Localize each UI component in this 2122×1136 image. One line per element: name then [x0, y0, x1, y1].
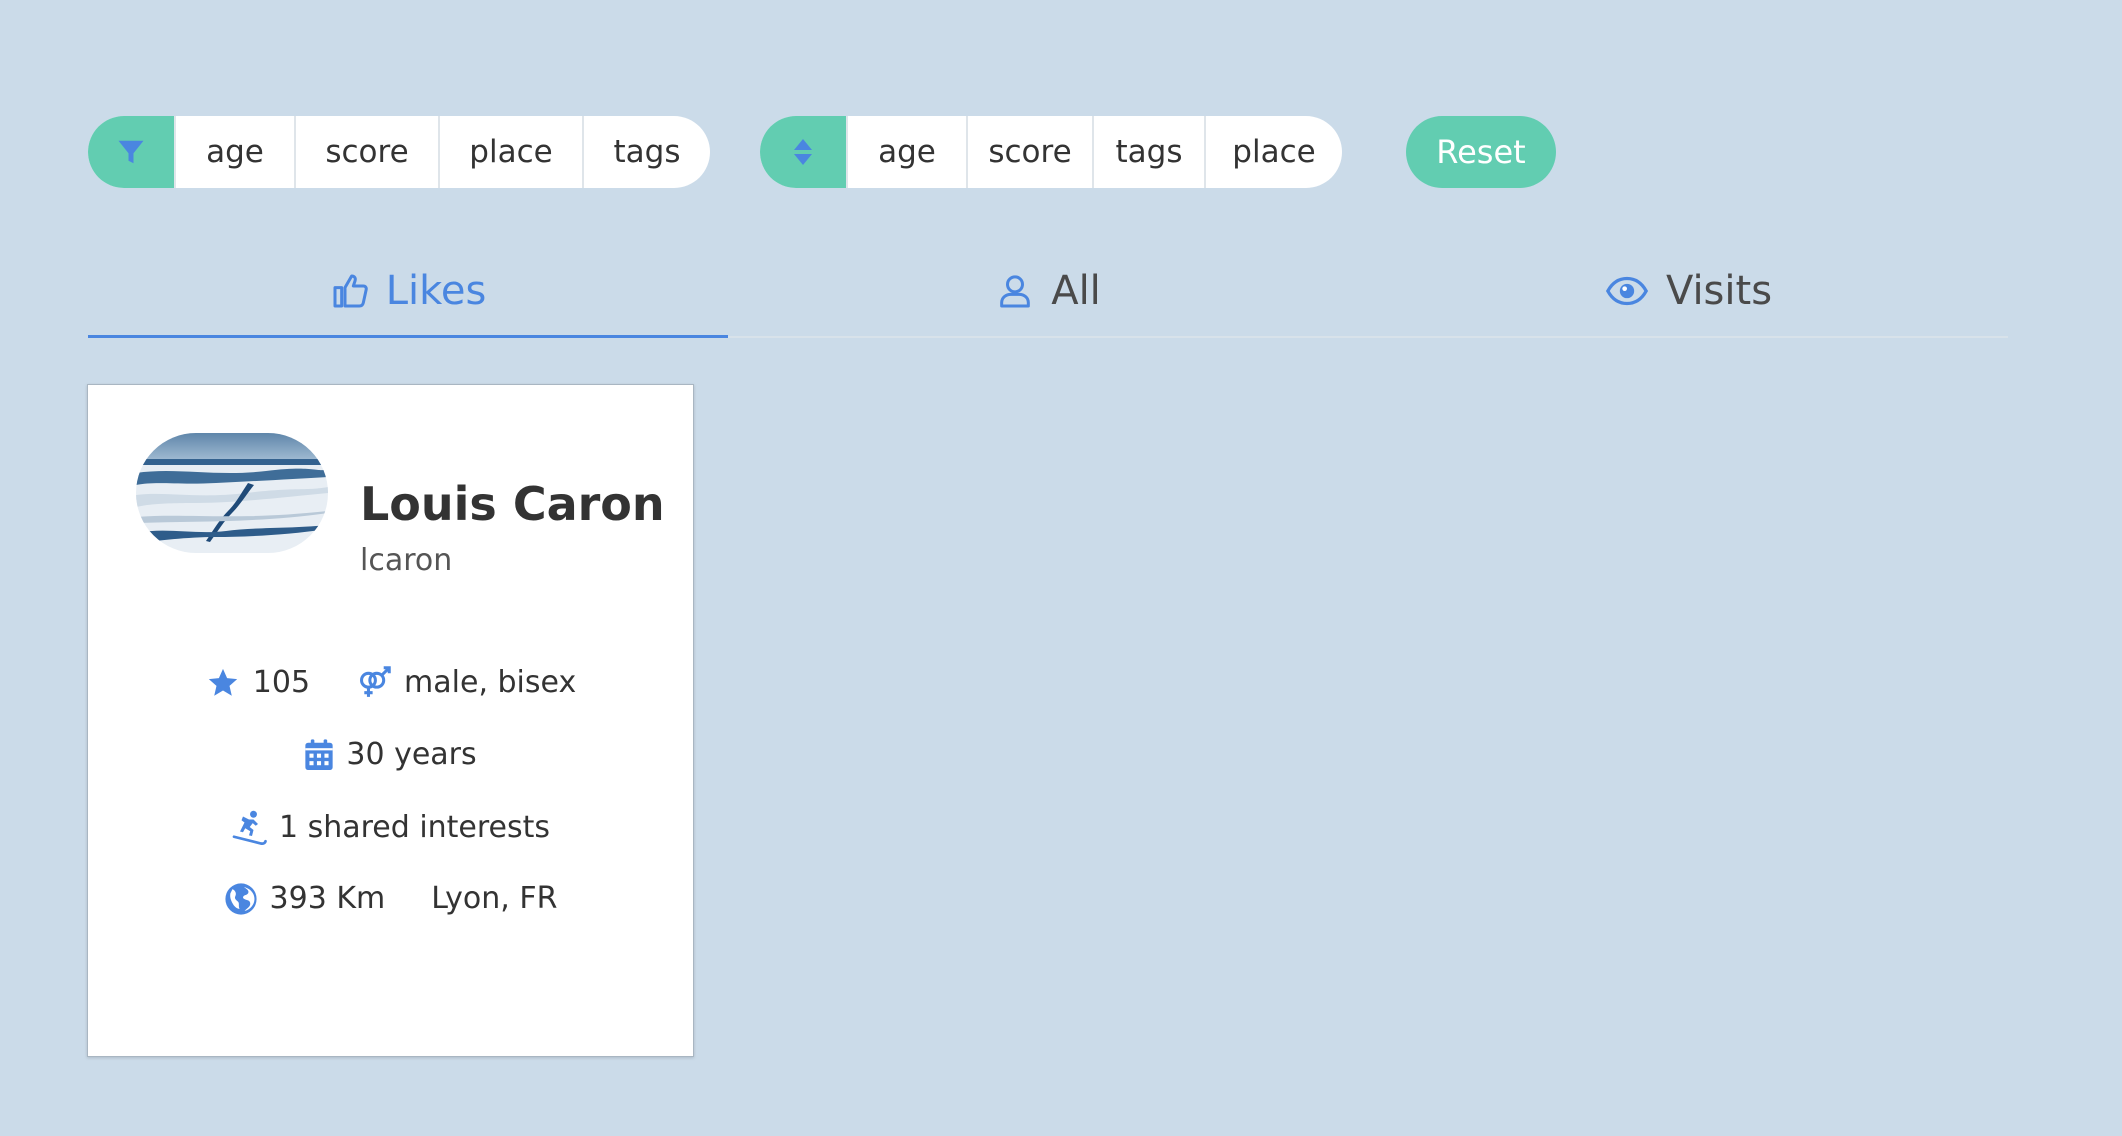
tab-likes-label: Likes — [385, 268, 487, 314]
info-row-location: 393 Km Lyon, FR — [88, 881, 693, 916]
eye-icon — [1604, 271, 1650, 311]
sort-place[interactable]: place — [1206, 116, 1342, 188]
reset-button[interactable]: Reset — [1406, 116, 1556, 188]
profile-card[interactable]: Louis Caron lcaron 105 male, bisex 30 ye… — [87, 384, 694, 1057]
sort-group: age score tags place — [760, 116, 1342, 188]
profile-username: lcaron — [360, 543, 453, 578]
info-row-shared: 1 shared interests — [88, 809, 693, 845]
gender-icon — [356, 665, 392, 700]
filter-icon[interactable] — [88, 116, 176, 188]
tab-likes[interactable]: Likes — [88, 250, 728, 338]
filter-tags[interactable]: tags — [584, 116, 710, 188]
profile-score: 105 — [252, 665, 311, 700]
info-row-score-gender: 105 male, bisex — [88, 665, 693, 700]
profile-name: Louis Caron — [360, 477, 665, 531]
profile-distance: 393 Km — [269, 881, 386, 916]
filter-age[interactable]: age — [176, 116, 296, 188]
profile-shared-interests: 1 shared interests — [278, 809, 551, 845]
filter-group: age score place tags — [88, 116, 710, 188]
tab-all[interactable]: All — [728, 250, 1368, 336]
user-icon — [995, 271, 1035, 311]
profile-age: 30 years — [346, 737, 477, 772]
toolbar: age score place tags age score tags plac… — [88, 116, 1556, 188]
info-row-age: 30 years — [88, 737, 693, 772]
tab-all-label: All — [1051, 268, 1101, 314]
filter-score[interactable]: score — [296, 116, 440, 188]
sort-icon[interactable] — [760, 116, 848, 188]
tab-bar: Likes All Visits — [88, 250, 2008, 338]
calendar-icon — [304, 738, 334, 772]
sort-score[interactable]: score — [968, 116, 1094, 188]
filter-place[interactable]: place — [440, 116, 584, 188]
thumbs-up-icon — [330, 271, 370, 311]
tab-visits-label: Visits — [1665, 268, 1773, 314]
snowboarding-icon — [231, 809, 267, 845]
sort-age[interactable]: age — [848, 116, 968, 188]
globe-icon — [224, 882, 258, 916]
avatar — [136, 433, 328, 553]
star-icon — [205, 666, 241, 700]
sort-tags[interactable]: tags — [1094, 116, 1206, 188]
profile-gender: male, bisex — [404, 665, 577, 700]
profile-location: Lyon, FR — [431, 881, 558, 916]
tab-visits[interactable]: Visits — [1368, 250, 2008, 336]
